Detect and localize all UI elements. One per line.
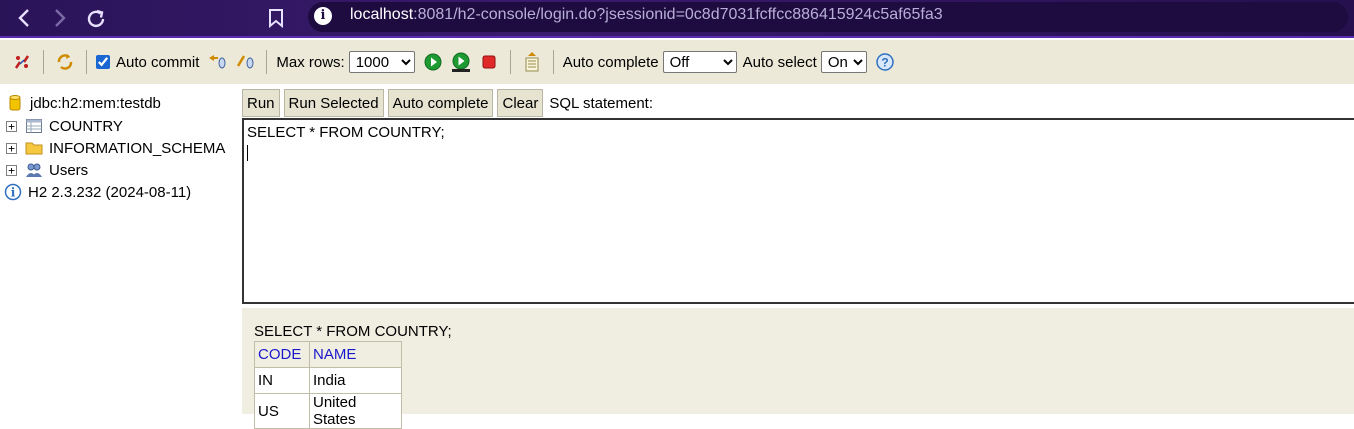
reload-button[interactable] bbox=[82, 4, 110, 32]
table-icon bbox=[25, 117, 43, 135]
connection-label: jdbc:h2:mem:testdb bbox=[30, 94, 161, 112]
result-table: CODE NAME IN India US United States bbox=[254, 341, 402, 429]
table-cell: US bbox=[254, 393, 310, 429]
url-host: localhost bbox=[350, 6, 414, 23]
tree-connection[interactable]: jdbc:h2:mem:testdb bbox=[6, 93, 161, 113]
max-rows-label: Max rows: bbox=[276, 53, 345, 71]
commit-icon[interactable] bbox=[234, 51, 256, 73]
clear-button[interactable]: Clear bbox=[497, 89, 544, 117]
run-selected-icon[interactable] bbox=[450, 51, 472, 73]
history-icon[interactable] bbox=[521, 51, 543, 73]
table-row: US United States bbox=[254, 393, 402, 429]
run-button[interactable]: Run bbox=[242, 89, 280, 117]
result-panel: SELECT * FROM COUNTRY; CODE NAME IN Indi… bbox=[242, 308, 1354, 429]
tree-item-label: COUNTRY bbox=[49, 117, 123, 135]
tree-item-information-schema[interactable]: + INFORMATION_SCHEMA bbox=[6, 138, 225, 158]
table-row: IN India bbox=[254, 367, 402, 394]
site-info-icon[interactable]: i bbox=[314, 7, 332, 25]
column-header-name[interactable]: NAME bbox=[309, 341, 402, 368]
address-bar[interactable]: i localhost:8081/h2-console/login.do?jse… bbox=[308, 2, 1348, 32]
help-icon[interactable]: ? bbox=[874, 51, 896, 73]
text-caret bbox=[247, 145, 248, 161]
auto-complete-select[interactable]: Off bbox=[662, 51, 737, 73]
svg-text:i: i bbox=[11, 186, 16, 200]
auto-select-label: Auto select bbox=[742, 53, 817, 71]
refresh-icon[interactable] bbox=[54, 51, 76, 73]
tree-item-users[interactable]: + Users bbox=[6, 160, 88, 180]
url-path: :8081/h2-console/login.do?jsessionid=0c8… bbox=[413, 6, 943, 23]
bookmark-button[interactable] bbox=[262, 4, 290, 32]
table-header-row: CODE NAME bbox=[254, 341, 402, 368]
tree-item-country[interactable]: + COUNTRY bbox=[6, 116, 123, 136]
sql-statement-label: SQL statement: bbox=[549, 94, 654, 112]
toolbar-separator bbox=[43, 50, 44, 74]
stop-icon[interactable] bbox=[478, 51, 500, 73]
info-icon: i bbox=[4, 183, 22, 201]
back-button[interactable] bbox=[10, 4, 38, 32]
database-icon bbox=[6, 94, 24, 112]
version-label: H2 2.3.232 (2024-08-11) bbox=[28, 183, 192, 201]
rollback-icon[interactable] bbox=[206, 51, 228, 73]
forward-button[interactable] bbox=[46, 4, 74, 32]
auto-complete-button[interactable]: Auto complete bbox=[387, 89, 494, 117]
schema-tree: jdbc:h2:mem:testdb + COUNTRY + INFORMATI… bbox=[0, 84, 240, 414]
expand-icon[interactable]: + bbox=[6, 120, 17, 132]
sql-editor[interactable]: SELECT * FROM COUNTRY; bbox=[242, 118, 1354, 304]
toolbar-separator bbox=[86, 50, 87, 74]
tree-item-label: Users bbox=[49, 161, 89, 179]
expand-icon[interactable]: + bbox=[6, 164, 17, 176]
folder-icon bbox=[25, 139, 43, 157]
tree-version: i H2 2.3.232 (2024-08-11) bbox=[4, 182, 192, 202]
max-rows-select[interactable]: 1000 bbox=[348, 51, 415, 73]
console-toolbar: Auto commit Max rows: 1000 Auto complete… bbox=[0, 40, 1354, 84]
auto-commit-checkbox[interactable] bbox=[96, 55, 110, 69]
table-cell: IN bbox=[254, 367, 310, 394]
run-selected-button[interactable]: Run Selected bbox=[283, 89, 384, 117]
browser-bar: i localhost:8081/h2-console/login.do?jse… bbox=[0, 0, 1354, 38]
disconnect-icon[interactable] bbox=[11, 51, 33, 73]
toolbar-separator bbox=[509, 50, 511, 74]
users-icon bbox=[25, 161, 43, 179]
auto-commit-label: Auto commit bbox=[116, 53, 200, 71]
expand-icon[interactable]: + bbox=[6, 142, 17, 154]
auto-select-select[interactable]: On bbox=[820, 51, 867, 73]
query-button-bar: Run Run Selected Auto complete Clear SQL… bbox=[242, 89, 653, 117]
svg-text:?: ? bbox=[881, 56, 888, 70]
tree-item-label: INFORMATION_SCHEMA bbox=[49, 139, 226, 157]
url-text: localhost:8081/h2-console/login.do?jsess… bbox=[350, 6, 943, 24]
table-cell: India bbox=[309, 367, 402, 394]
auto-complete-label: Auto complete bbox=[562, 53, 659, 71]
toolbar-separator bbox=[552, 50, 554, 74]
sql-text: SELECT * FROM COUNTRY; bbox=[247, 124, 445, 141]
run-icon[interactable] bbox=[422, 51, 444, 73]
result-query-text: SELECT * FROM COUNTRY; bbox=[254, 323, 452, 340]
table-cell: United States bbox=[309, 393, 402, 429]
toolbar-separator bbox=[266, 50, 268, 74]
column-header-code[interactable]: CODE bbox=[254, 341, 310, 368]
